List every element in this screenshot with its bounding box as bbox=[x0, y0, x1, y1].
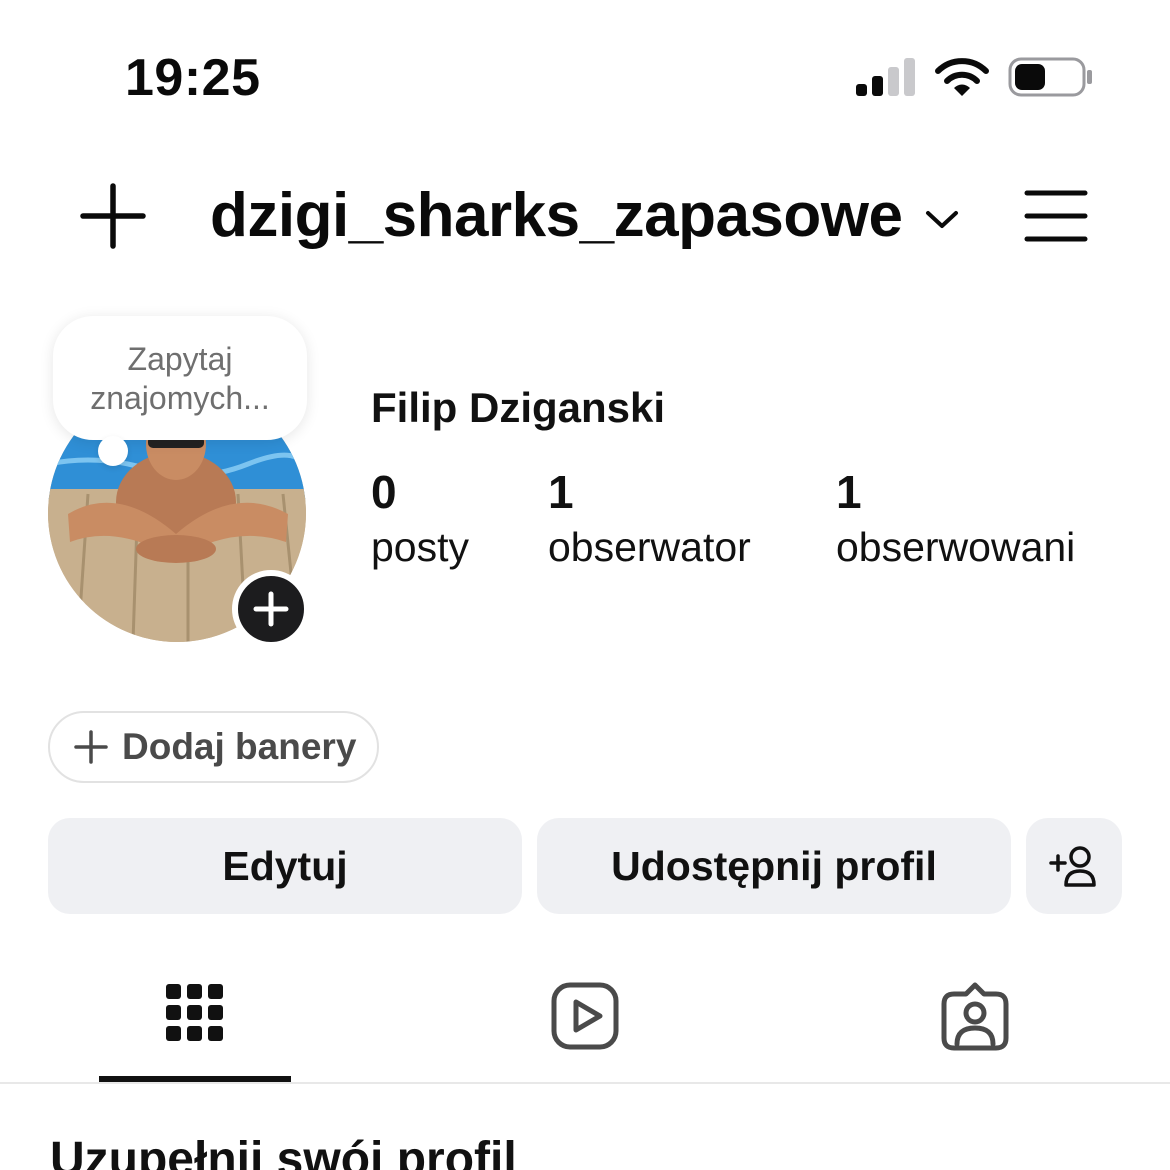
edit-profile-button[interactable]: Edytuj bbox=[48, 818, 522, 914]
followers-count[interactable]: 1 obserwator bbox=[548, 464, 751, 574]
note-line-2: znajomych... bbox=[90, 380, 270, 416]
tab-posts-grid[interactable] bbox=[98, 972, 292, 1084]
tab-reels[interactable] bbox=[488, 972, 682, 1084]
complete-profile-title: Uzupełnij swój profil bbox=[50, 1133, 517, 1170]
share-profile-label: Udostępnij profil bbox=[611, 842, 937, 889]
stat-label: posty bbox=[371, 524, 469, 570]
reels-play-icon bbox=[551, 982, 619, 1050]
plus-icon bbox=[253, 591, 289, 627]
note-bubble-tail bbox=[98, 436, 128, 466]
grid-icon bbox=[166, 984, 223, 1041]
battery-icon bbox=[1008, 57, 1092, 97]
add-banners-label: Dodaj banery bbox=[122, 726, 357, 767]
stat-label: obserwator bbox=[548, 524, 751, 570]
tab-tagged[interactable] bbox=[878, 972, 1072, 1084]
chevron-down-icon bbox=[926, 210, 959, 228]
stat-value: 1 bbox=[548, 466, 574, 518]
edit-profile-label: Edytuj bbox=[222, 842, 348, 889]
stat-value: 0 bbox=[371, 466, 397, 518]
following-count[interactable]: 1 obserwowani bbox=[836, 464, 1075, 574]
stat-label: obserwowani bbox=[836, 524, 1076, 570]
add-person-icon bbox=[1049, 846, 1096, 887]
discover-people-button[interactable] bbox=[1026, 818, 1122, 914]
posts-count[interactable]: 0 posty bbox=[371, 464, 469, 574]
profile-full-name: Filip Dziganski bbox=[371, 384, 666, 431]
wifi-icon bbox=[935, 58, 989, 96]
add-story-button[interactable] bbox=[232, 570, 310, 648]
note-bubble[interactable]: Zapytaj znajomych... bbox=[53, 316, 307, 440]
username-title: dzigi_sharks_zapasowe bbox=[210, 181, 903, 250]
account-switcher[interactable]: dzigi_sharks_zapasowe bbox=[210, 180, 960, 251]
status-time: 19:25 bbox=[125, 49, 261, 107]
add-banners-button[interactable]: Dodaj banery bbox=[48, 711, 379, 783]
tabs-divider bbox=[0, 1082, 1170, 1084]
share-profile-button[interactable]: Udostępnij profil bbox=[537, 818, 1011, 914]
note-line-1: Zapytaj bbox=[127, 341, 233, 377]
tagged-person-icon bbox=[941, 982, 1009, 1051]
stat-value: 1 bbox=[836, 466, 862, 518]
create-plus-button[interactable] bbox=[80, 183, 146, 249]
hamburger-menu-icon[interactable] bbox=[1024, 188, 1088, 244]
plus-icon bbox=[74, 730, 108, 764]
cellular-signal-icon bbox=[856, 58, 915, 96]
